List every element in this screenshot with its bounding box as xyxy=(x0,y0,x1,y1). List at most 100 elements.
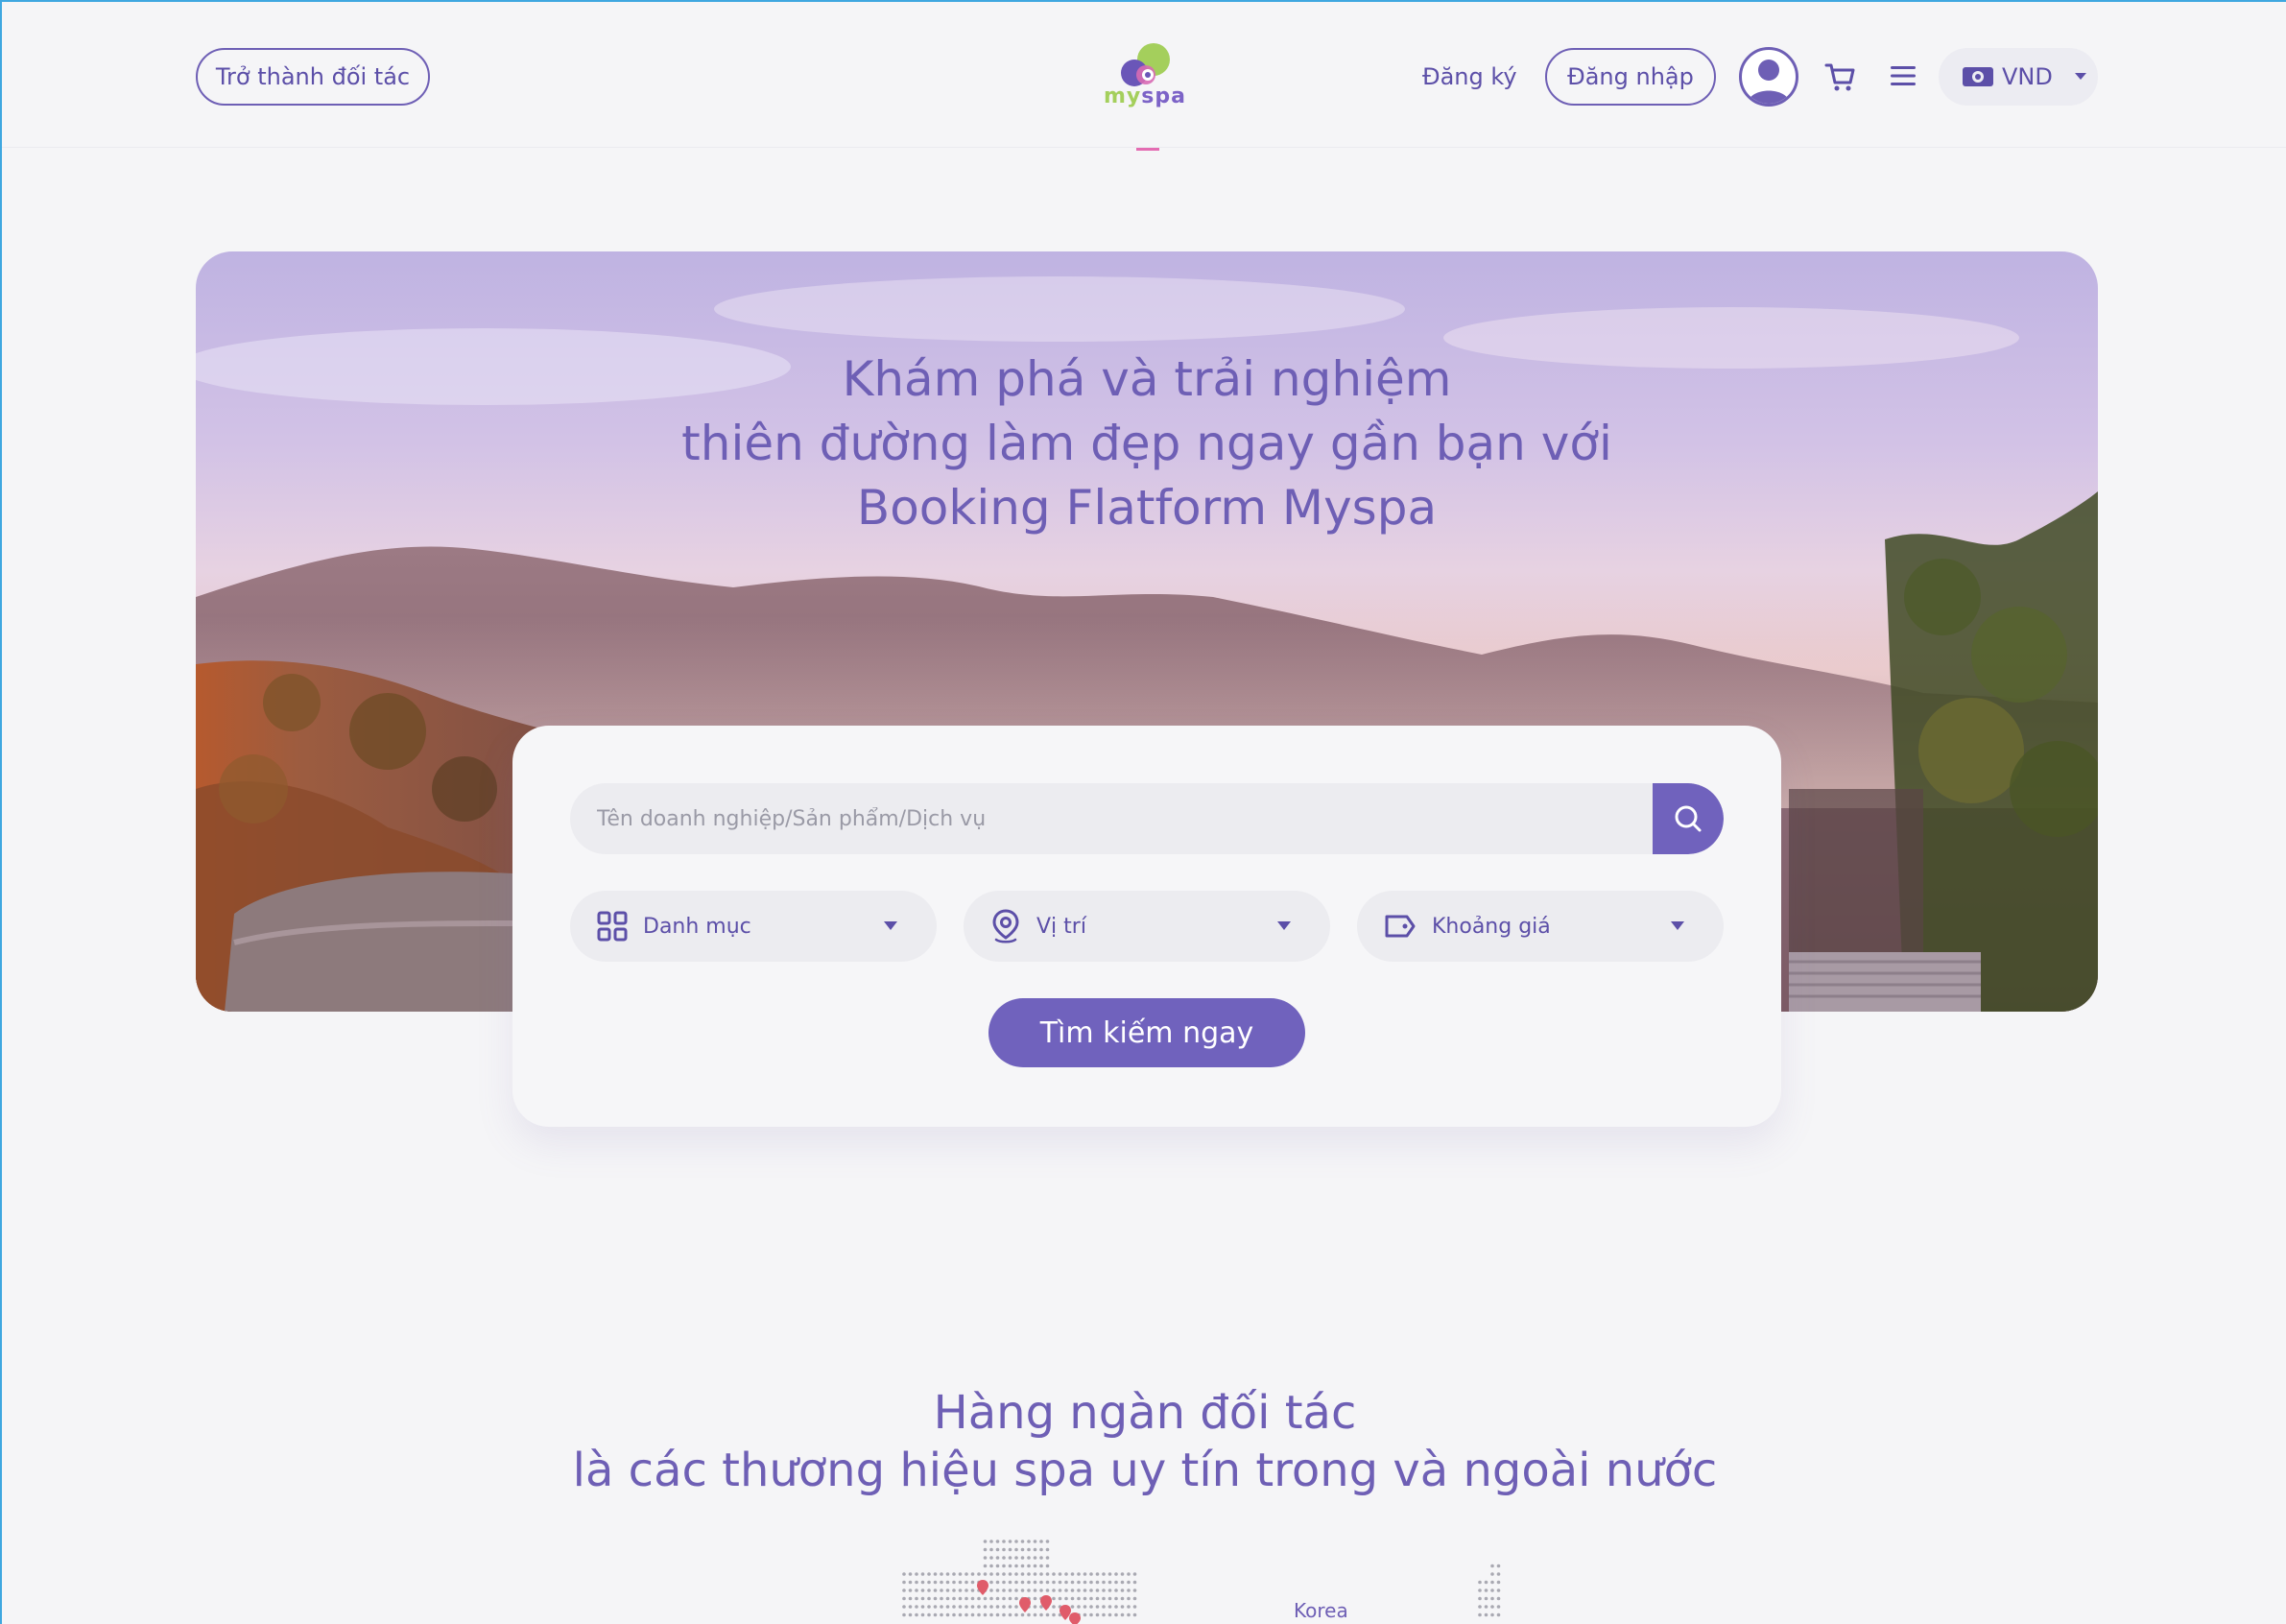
map-dot xyxy=(1014,1580,1018,1585)
map-dot xyxy=(1107,1572,1112,1576)
currency-label: VND xyxy=(2002,63,2053,90)
map-dot xyxy=(1033,1572,1037,1576)
map-dot xyxy=(945,1605,950,1609)
logo-spa-text: spa xyxy=(1141,84,1186,108)
location-dropdown[interactable]: Vị trí xyxy=(964,891,1330,962)
map-dot xyxy=(1064,1572,1068,1576)
map-dot xyxy=(1114,1612,1118,1617)
map-dot xyxy=(1127,1588,1131,1592)
menu-icon[interactable] xyxy=(1889,61,1917,90)
map-dot xyxy=(1045,1572,1050,1576)
register-link[interactable]: Đăng ký xyxy=(1422,48,1517,106)
map-dot xyxy=(915,1588,918,1592)
map-dot xyxy=(995,1588,1000,1592)
map-dot xyxy=(920,1572,925,1576)
map-dot xyxy=(1083,1572,1087,1576)
map-dot xyxy=(983,1547,988,1552)
hero-title-line-3: Booking Flatform Myspa xyxy=(856,480,1438,536)
map-dot xyxy=(1478,1605,1482,1609)
map-dot xyxy=(1127,1605,1131,1609)
price-range-label: Khoảng giá xyxy=(1432,914,1551,939)
map-dot xyxy=(1008,1588,1012,1592)
currency-selector[interactable]: VND xyxy=(1939,48,2098,106)
map-dot xyxy=(1070,1596,1075,1601)
map-dot xyxy=(902,1612,906,1617)
map-dot xyxy=(1107,1588,1112,1592)
map-dot xyxy=(1120,1612,1125,1617)
map-dot xyxy=(1127,1580,1131,1585)
partners-heading-line-2: là các thương hiệu spa uy tín trong và n… xyxy=(572,1444,1718,1497)
map-pin-icon xyxy=(977,1580,1081,1624)
map-dot xyxy=(920,1580,925,1585)
search-icon xyxy=(1675,805,1702,832)
map-dot xyxy=(952,1588,956,1592)
map-dot xyxy=(983,1540,988,1543)
login-button[interactable]: Đăng nhập xyxy=(1545,48,1716,106)
map-dot xyxy=(1014,1612,1018,1617)
map-dot xyxy=(1083,1605,1087,1609)
map-dot xyxy=(1045,1564,1050,1568)
map-dot xyxy=(920,1605,925,1609)
map-dot xyxy=(1039,1572,1043,1576)
map-dot xyxy=(933,1588,938,1592)
map-dot xyxy=(940,1612,943,1617)
money-icon xyxy=(1963,67,1993,86)
map-dot xyxy=(970,1588,975,1592)
search-button[interactable] xyxy=(1653,783,1724,854)
map-dot xyxy=(1027,1540,1031,1543)
map-dot xyxy=(1484,1596,1488,1601)
map-dot xyxy=(1490,1605,1494,1609)
map-dot xyxy=(1002,1547,1006,1552)
map-dot xyxy=(902,1596,906,1601)
map-dot xyxy=(1496,1605,1501,1609)
map-dot xyxy=(989,1556,993,1560)
map-dot xyxy=(1052,1572,1056,1576)
search-now-button[interactable]: Tìm kiếm ngay xyxy=(988,998,1305,1067)
map-dot xyxy=(1020,1547,1025,1552)
map-dot xyxy=(915,1572,918,1576)
map-dot xyxy=(1484,1588,1488,1592)
map-dot xyxy=(1496,1588,1501,1592)
category-dropdown[interactable]: Danh mục xyxy=(570,891,937,962)
map-dot xyxy=(1020,1580,1025,1585)
map-dot xyxy=(1089,1596,1093,1601)
map-dot xyxy=(1132,1580,1137,1585)
partner-dot-map xyxy=(902,1540,1501,1624)
map-dot xyxy=(1070,1580,1075,1585)
map-dot xyxy=(1127,1572,1131,1576)
map-dot xyxy=(1014,1605,1018,1609)
map-dot xyxy=(983,1556,988,1560)
map-dot xyxy=(902,1588,906,1592)
map-dot xyxy=(1027,1547,1031,1552)
map-dot xyxy=(958,1596,963,1601)
map-dot xyxy=(1002,1556,1006,1560)
user-avatar-icon[interactable] xyxy=(1739,47,1798,107)
price-range-dropdown[interactable]: Khoảng giá xyxy=(1357,891,1724,962)
grid-icon xyxy=(597,911,628,942)
search-input[interactable] xyxy=(570,783,1653,854)
map-dot xyxy=(1033,1540,1037,1543)
map-dot xyxy=(964,1572,968,1576)
map-dot xyxy=(1490,1596,1494,1601)
map-dot xyxy=(1014,1564,1018,1568)
map-dot xyxy=(1095,1612,1100,1617)
map-dot xyxy=(989,1580,993,1585)
map-dot xyxy=(964,1580,968,1585)
map-dot xyxy=(1058,1588,1062,1592)
map-dot xyxy=(940,1572,943,1576)
map-dot xyxy=(964,1596,968,1601)
map-dot xyxy=(1020,1556,1025,1560)
map-dot xyxy=(1070,1605,1075,1609)
map-dot xyxy=(1496,1564,1501,1568)
map-dot xyxy=(964,1588,968,1592)
map-dot xyxy=(970,1612,975,1617)
map-dot xyxy=(1039,1588,1043,1592)
map-dot xyxy=(1014,1572,1018,1576)
map-dot xyxy=(1095,1605,1100,1609)
search-card: Danh mục Vị trí Khoảng giá Tìm kiếm ngay xyxy=(512,726,1781,1127)
map-dot xyxy=(1089,1612,1093,1617)
map-dot xyxy=(1014,1547,1018,1552)
map-dot xyxy=(1095,1596,1100,1601)
cart-icon[interactable] xyxy=(1823,60,1858,94)
become-partner-button[interactable]: Trở thành đối tác xyxy=(196,48,430,106)
